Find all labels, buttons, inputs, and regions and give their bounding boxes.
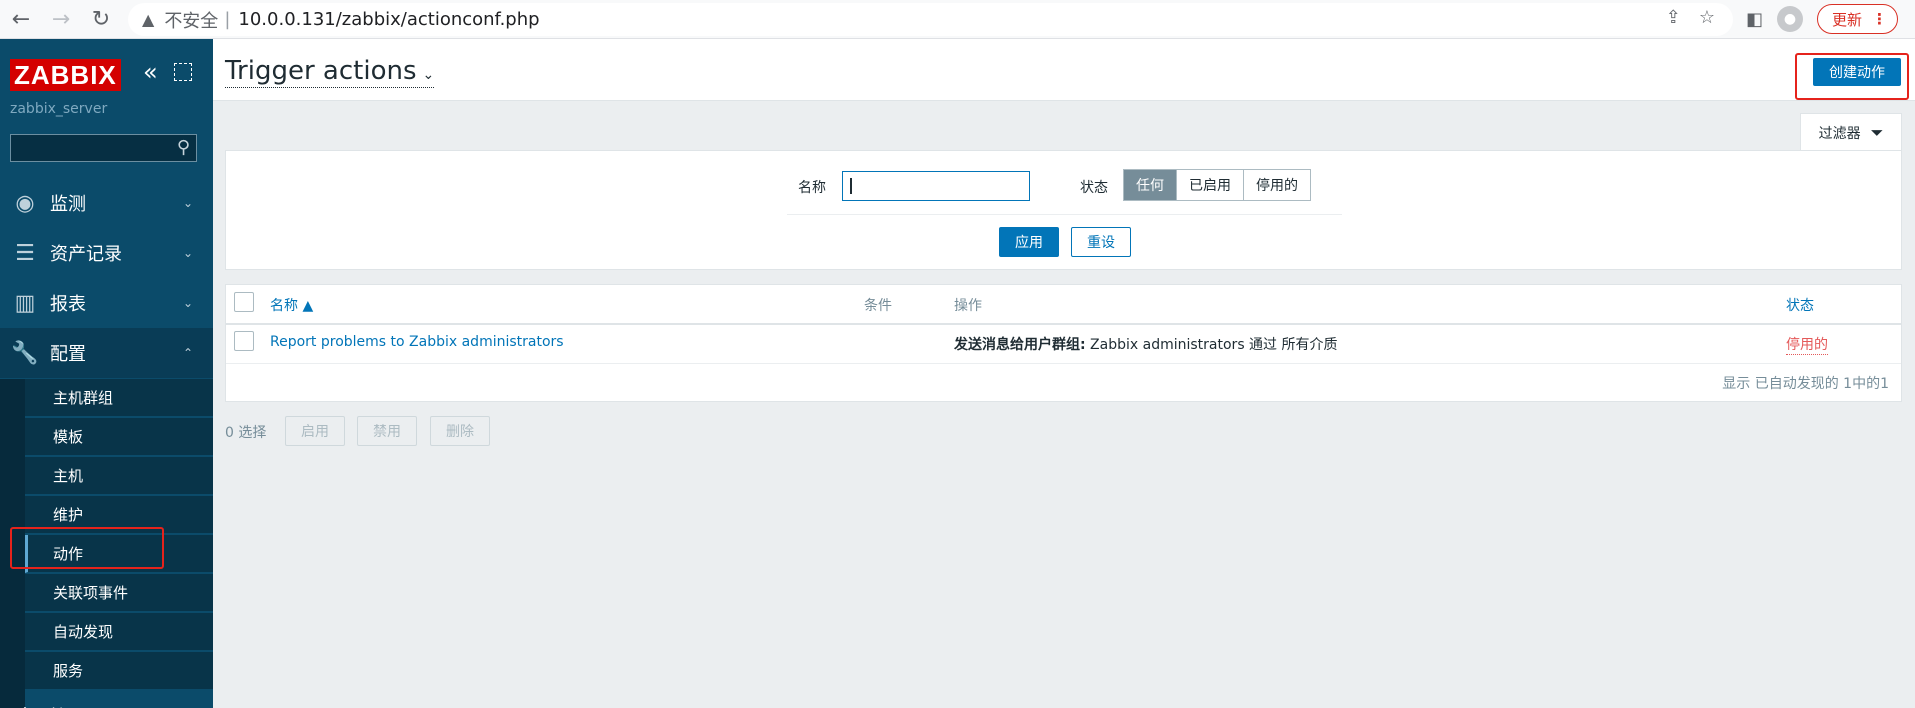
submenu-event-correlation[interactable]: 关联项事件 [25, 574, 213, 612]
eye-icon: ◉ [15, 190, 35, 216]
profile-avatar-icon[interactable]: ● [1777, 6, 1804, 32]
forward-icon[interactable]: → [46, 4, 76, 34]
browser-toolbar: ← → ↻ ▲ 不安全 | 10.0.0.131/zabbix/actionco… [0, 0, 1915, 39]
status-toggle-link[interactable]: 停用的 [1786, 334, 1828, 355]
share-icon[interactable]: ⇪ [1666, 7, 1681, 28]
status-option-disabled[interactable]: 停用的 [1244, 170, 1310, 200]
page-header: Trigger actions ⌄ [213, 39, 1915, 101]
submenu-host-groups[interactable]: 主机群组 [25, 379, 213, 417]
sidebar-search-input[interactable]: ⚲ [10, 134, 197, 162]
annotation-highlight-create [1795, 53, 1909, 100]
menu-administration[interactable]: ⚙ 管理 [0, 691, 213, 708]
sidebar: ZABBIX « zabbix_server ⚲ ◉ 监测 ⌄ ☰ 资产记录 ⌄… [0, 39, 213, 708]
menu-monitoring[interactable]: ◉ 监测 ⌄ [0, 178, 213, 228]
actions-table: 名称 ▲ 条件 操作 状态 Report problems to Zabbix … [225, 284, 1902, 402]
chevron-down-icon: ⌄ [183, 196, 194, 210]
filter-tab[interactable]: 过滤器 ⏷ [1800, 113, 1902, 151]
wrench-icon: 🔧 [11, 340, 39, 366]
filter-panel: 名称 状态 任何 已启用 停用的 应用 重设 [225, 150, 1902, 270]
server-name: zabbix_server [10, 101, 108, 117]
operation-type: 发送消息给用户群组: [954, 337, 1086, 353]
enable-button[interactable]: 启用 [285, 416, 345, 446]
back-icon[interactable]: ← [6, 4, 36, 34]
collapse-sidebar-icon[interactable]: « [143, 58, 158, 86]
bar-chart-icon: ▥ [14, 290, 36, 316]
bookmark-star-icon[interactable]: ☆ [1699, 7, 1715, 28]
menu-reports[interactable]: ▥ 报表 ⌄ [0, 278, 213, 328]
disable-button[interactable]: 禁用 [357, 416, 417, 446]
kiosk-mode-icon[interactable] [174, 63, 192, 81]
menu-configuration[interactable]: 🔧 配置 ⌃ [0, 328, 213, 378]
submenu-templates[interactable]: 模板 [25, 418, 213, 456]
page-title-dropdown[interactable]: Trigger actions ⌄ [225, 56, 435, 88]
menu-label: 监测 [50, 194, 86, 215]
address-bar[interactable]: ▲ 不安全 | 10.0.0.131/zabbix/actionconf.php… [128, 3, 1733, 36]
column-header-status[interactable]: 状态 [1786, 295, 1814, 315]
side-panel-icon[interactable]: ◧ [1746, 9, 1763, 30]
annotation-highlight-actions [10, 527, 164, 569]
menu-label: 资产记录 [50, 244, 122, 265]
warning-icon: ▲ [142, 10, 155, 29]
page-title: Trigger actions [225, 56, 417, 86]
submenu-discovery[interactable]: 自动发现 [25, 613, 213, 651]
filter-divider [787, 214, 1342, 215]
text-caret [850, 178, 852, 194]
table-footer-count: 显示 已自动发现的 1中的1 [1722, 376, 1889, 392]
status-segmented-control: 任何 已启用 停用的 [1123, 169, 1311, 201]
address-separator: | [224, 9, 231, 30]
chevron-down-icon: ⌄ [422, 67, 435, 83]
operation-detail: Zabbix administrators 通过 所有介质 [1085, 337, 1338, 353]
menu-inventory[interactable]: ☰ 资产记录 ⌄ [0, 228, 213, 278]
reset-button[interactable]: 重设 [1071, 227, 1131, 257]
row-divider [226, 363, 1901, 364]
chevron-down-icon: ⌄ [183, 246, 194, 260]
insecure-label: 不安全 [164, 10, 219, 32]
more-menu-icon: ⋮ [1872, 10, 1888, 28]
zabbix-logo[interactable]: ZABBIX [10, 59, 121, 91]
column-header-name[interactable]: 名称 ▲ [270, 295, 313, 315]
chevron-up-icon: ⌃ [183, 346, 194, 360]
filter-tab-label: 过滤器 [1818, 125, 1861, 142]
reload-icon[interactable]: ↻ [86, 4, 116, 34]
update-label: 更新 [1832, 10, 1863, 29]
chevron-down-icon: ⌄ [183, 296, 194, 310]
row-checkbox[interactable] [234, 331, 254, 351]
delete-button[interactable]: 删除 [430, 416, 490, 446]
selected-count: 0 选择 [225, 425, 267, 441]
submenu-hosts[interactable]: 主机 [25, 457, 213, 495]
menu-label: 报表 [50, 294, 86, 315]
name-filter-input[interactable] [842, 171, 1030, 201]
status-label: 状态 [1080, 180, 1108, 196]
submenu-services[interactable]: 服务 [25, 652, 213, 690]
update-button[interactable]: 更新 ⋮ [1817, 4, 1899, 34]
header-divider [226, 323, 1901, 325]
list-icon: ☰ [15, 240, 35, 266]
status-option-enabled[interactable]: 已启用 [1177, 170, 1244, 200]
column-header-operations: 操作 [954, 298, 982, 314]
name-label: 名称 [798, 180, 826, 196]
filter-icon: ⏷ [1870, 122, 1884, 142]
search-icon[interactable]: ⚲ [177, 137, 190, 158]
gear-icon: ⚙ [0, 704, 50, 708]
apply-button[interactable]: 应用 [999, 227, 1059, 257]
status-option-any[interactable]: 任何 [1124, 170, 1177, 200]
column-header-conditions: 条件 [864, 298, 892, 314]
action-name-link[interactable]: Report problems to Zabbix administrators [270, 334, 564, 350]
select-all-checkbox[interactable] [234, 292, 254, 312]
action-operation: 发送消息给用户群组: Zabbix administrators 通过 所有介质 [954, 334, 1338, 354]
url-text: 10.0.0.131/zabbix/actionconf.php [238, 9, 540, 30]
menu-label: 管理 [50, 703, 213, 708]
menu-label: 配置 [50, 344, 86, 365]
